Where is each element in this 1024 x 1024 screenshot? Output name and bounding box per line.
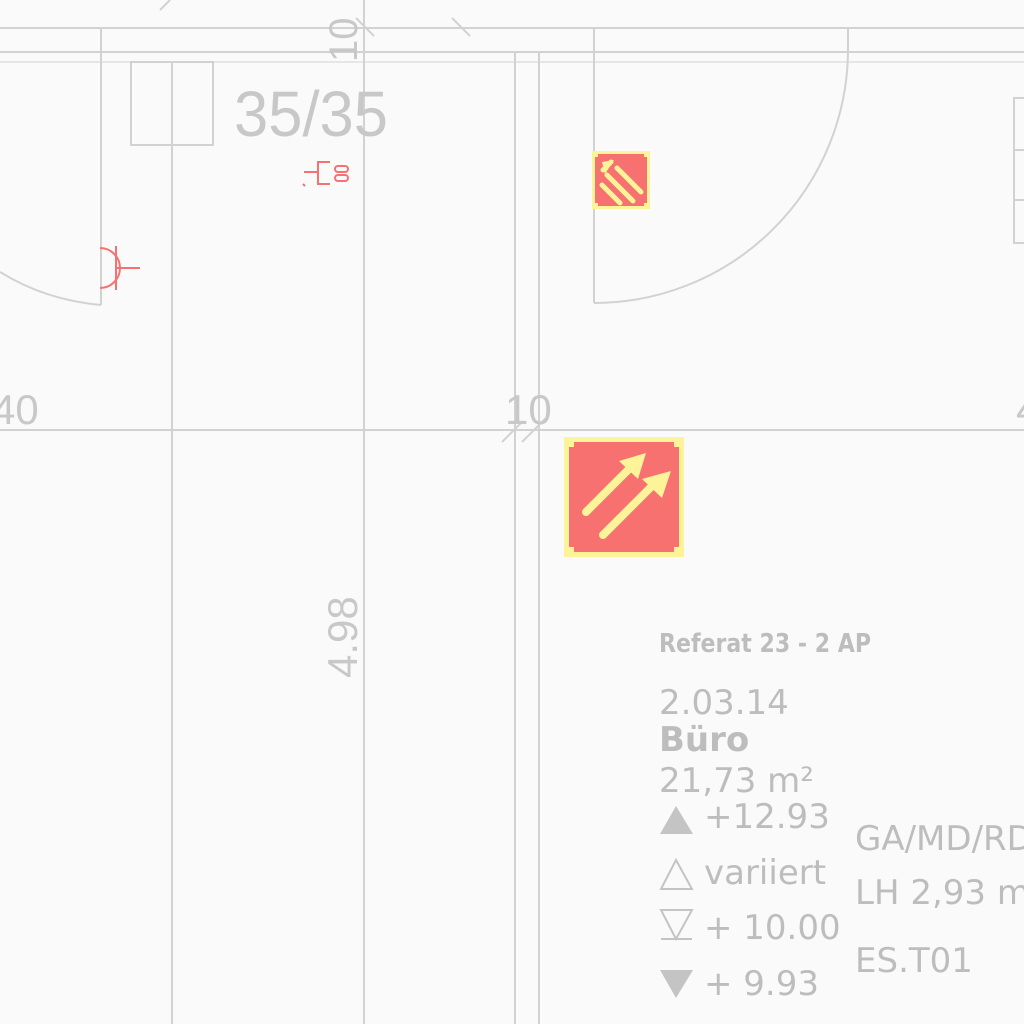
room-info: GA/MD/RD LH 2,93 m ES.T01 [855, 819, 1024, 981]
ventilation-sign-small-icon [592, 151, 650, 209]
level-top-raw-icon [660, 806, 693, 834]
floor-plan: 10 35/35 40 10 4.98 4 [0, 0, 1024, 1024]
level-top-finished: variiert [704, 853, 826, 893]
level-bottom-finished: + 10.00 [704, 908, 841, 948]
room-department: Referat 23 - 2 AP [659, 629, 871, 659]
dim-wall-mid: 10 [505, 386, 552, 433]
level-bottom-raw-icon [660, 970, 693, 998]
socket-symbol-icon [302, 161, 349, 187]
dim-wall-top: 10 [322, 18, 366, 63]
level-bottom-finished-icon [659, 909, 694, 942]
level-top-finished-icon [659, 857, 694, 890]
door-swing-left [0, 271, 102, 306]
room-code: ES.T01 [855, 941, 973, 981]
right-edge-element [1013, 97, 1024, 244]
room-stamp: Referat 23 - 2 AP 2.03.14 Büro 21,73 m² … [659, 629, 871, 1004]
room-finishes: GA/MD/RD [855, 819, 1024, 859]
dimension-ticks [159, 0, 547, 443]
level-top-raw: +12.93 [704, 797, 830, 837]
wall-outlet-symbol-icon [99, 246, 140, 290]
ventilation-sign-large-icon [564, 437, 684, 557]
room-clear-height: LH 2,93 m [855, 873, 1024, 913]
wall-lines [0, 0, 1024, 1024]
dim-left-width: 40 [0, 386, 39, 433]
dim-column-size: 35/35 [234, 78, 388, 150]
dim-right-edge-fragment: 4 [1016, 386, 1024, 433]
room-name: Büro [659, 720, 749, 760]
dim-height-vertical: 4.98 [319, 596, 366, 678]
level-bottom-raw: + 9.93 [704, 964, 819, 1004]
room-area: 21,73 m² [659, 761, 814, 801]
room-number: 2.03.14 [659, 683, 789, 723]
